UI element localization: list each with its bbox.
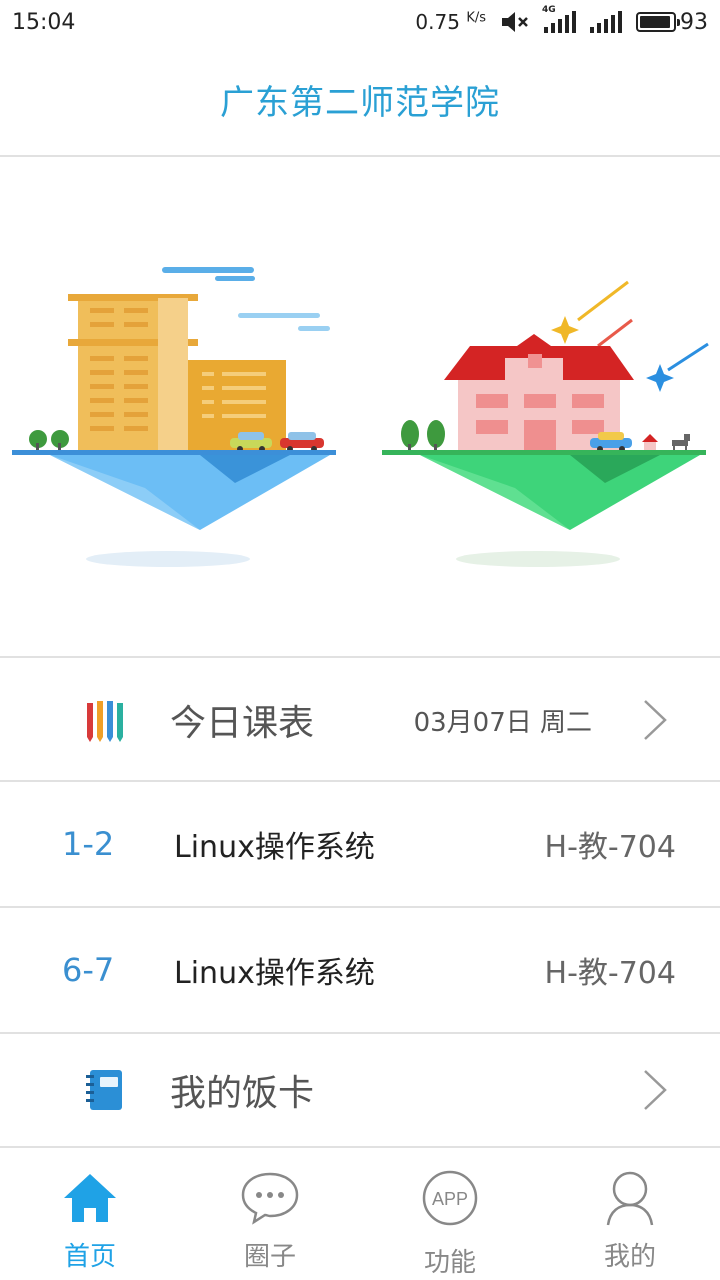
chat-bubble-icon [240,1168,300,1228]
course-room: H-教-704 [544,956,676,991]
chevron-right-icon [644,700,667,740]
course-period: 1-2 [62,825,115,863]
battery-level: 93 [680,9,708,35]
battery-indicator: 93 [636,10,708,35]
banner[interactable] [0,158,720,658]
colored-pencils-icon [87,701,123,742]
course-row[interactable]: 6-7 Linux操作系统 H-教-704 [0,908,720,1034]
cellular-signal-icon-2 [590,11,622,33]
battery-icon [636,12,680,32]
home-icon [60,1168,120,1228]
user-icon [600,1168,660,1228]
tab-label: 我的 [603,1242,656,1272]
mute-icon [502,12,528,32]
course-name: Linux操作系统 [174,956,375,991]
tab-label: 首页 [63,1242,116,1272]
course-period: 6-7 [62,951,115,989]
tab-functions[interactable]: APP 功能 [360,1150,540,1280]
status-indicators: 0.75 K/s 4G 93 [415,5,708,35]
campus-illustration [12,267,709,567]
network-type-label: 4G [542,5,556,15]
chevron-right-icon [644,1070,667,1110]
today-schedule-row[interactable]: 今日课表 03月07日 周二 [0,660,720,782]
status-bar: 15:04 0.75 K/s 4G 93 [0,0,720,44]
tab-label: 功能 [423,1248,476,1278]
city-island-illustration [12,267,336,567]
app-header: 广东第二师范学院 [0,44,720,157]
meal-card-row[interactable]: 我的饭卡 [0,1034,720,1148]
network-speed-unit: K/s [466,10,486,26]
tab-home[interactable]: 首页 [0,1150,180,1280]
cellular-signal-icon: 4G [542,5,576,33]
meal-card-label: 我的饭卡 [170,1073,315,1114]
status-time: 15:04 [12,9,76,35]
house-island-illustration [382,280,709,567]
page-title: 广东第二师范学院 [220,83,500,123]
network-speed-value: 0.75 [415,10,460,34]
course-row[interactable]: 1-2 Linux操作系统 H-教-704 [0,782,720,908]
course-name: Linux操作系统 [174,830,375,865]
bottom-tab-bar: 首页 圈子 APP 功能 我的 [0,1150,720,1280]
network-speed: 0.75 K/s [415,10,486,34]
course-room: H-教-704 [544,830,676,865]
notebook-icon [86,1070,122,1110]
schedule-date: 03月07日 周二 [413,707,592,738]
app-icon-text: APP [432,1189,468,1209]
app-icon: APP [420,1168,480,1228]
today-schedule-label: 今日课表 [170,703,315,744]
tab-circle[interactable]: 圈子 [180,1150,360,1280]
tab-label: 圈子 [243,1242,296,1272]
battery-fill [640,16,670,28]
tab-profile[interactable]: 我的 [540,1150,720,1280]
